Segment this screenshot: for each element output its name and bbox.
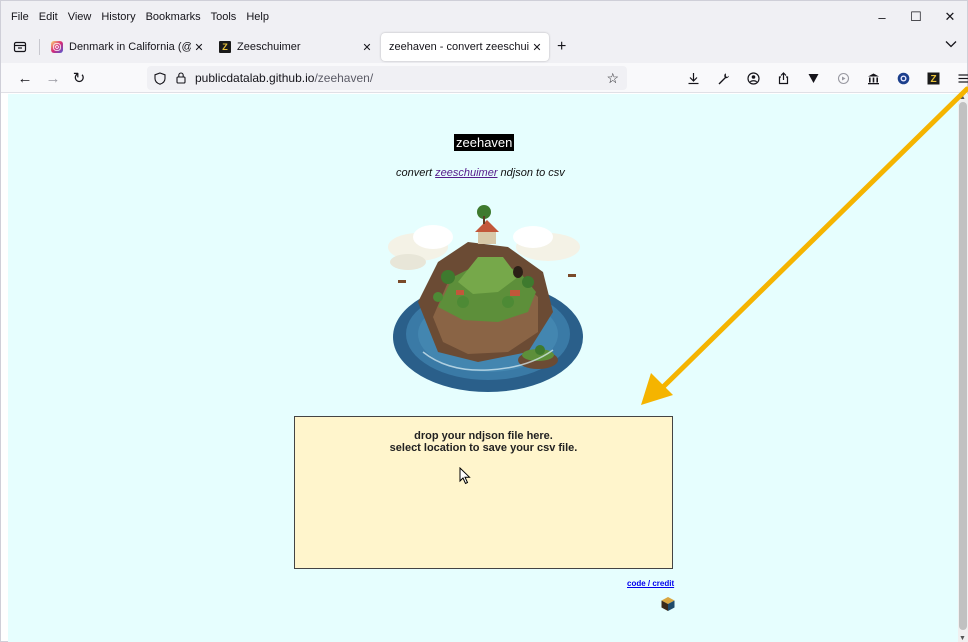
forward-button[interactable]: → [43,68,63,88]
menu-view[interactable]: View [64,11,96,23]
back-button[interactable]: ← [15,68,35,88]
menu-help[interactable]: Help [242,11,273,23]
menu-bar: File Edit View History Bookmarks Tools H… [1,1,967,33]
menu-file[interactable]: File [7,11,33,23]
bookmark-star-icon[interactable]: ☆ [606,70,619,87]
lock-icon[interactable] [175,71,187,85]
island-illustration [388,205,583,392]
window-controls: – ☐ ✕ [865,1,967,33]
extension-icon[interactable] [833,68,853,88]
toolbar-icons: Z [683,68,968,88]
dropzone-instruction-drop: drop your ndjson file here. [414,430,553,442]
tab-close-button[interactable]: ✕ [191,41,207,54]
tab-bar: Denmark in California (@denm ✕ Z Zeeschu… [1,31,967,63]
menu-edit[interactable]: Edit [35,11,62,23]
tracking-protection-icon[interactable] [153,71,167,85]
scroll-down-icon[interactable]: ▼ [959,635,966,642]
tab-title: Denmark in California (@denm [69,41,191,53]
menu-tools[interactable]: Tools [207,11,241,23]
url-host: publicdatalab.github.io [195,71,315,85]
menu-bookmarks[interactable]: Bookmarks [142,11,205,23]
zeeschuimer-icon: Z [219,41,231,53]
mouse-cursor-icon [459,467,471,485]
navigation-bar: ← → ↻ publicdatalab.github.io/zeehaven/ … [1,63,968,93]
reload-button[interactable]: ↻ [69,68,89,88]
maximize-button[interactable]: ☐ [899,1,933,33]
page-scrollbar[interactable]: ▲ ▼ [958,94,968,642]
tab-instagram[interactable]: Denmark in California (@denm ✕ [43,33,211,61]
tab-separator [39,39,40,55]
account-icon[interactable] [743,68,763,88]
tab-close-button[interactable]: ✕ [529,41,545,54]
menu-icon[interactable] [953,68,968,88]
svg-text:Z: Z [930,74,936,85]
subtitle-prefix: convert [396,167,436,179]
url-bar[interactable]: publicdatalab.github.io/zeehaven/ ☆ [147,66,627,90]
minimize-button[interactable]: – [865,1,899,33]
new-tab-button[interactable]: + [557,39,566,55]
tab-list-icon[interactable] [10,37,30,57]
page-subtitle: convert zeeschuimer ndjson to csv [396,167,565,179]
code-credit-link[interactable]: code / credit [627,579,674,588]
tab-zeeschuimer[interactable]: Z Zeeschuimer ✕ [211,33,379,61]
tab-close-button[interactable]: ✕ [359,41,375,54]
wrench-icon[interactable] [713,68,733,88]
tab-zeehaven[interactable]: zeehaven - convert zeeschuimer nd ✕ [381,33,549,61]
tab-title: Zeeschuimer [237,41,301,53]
url-path: /zeehaven/ [314,71,374,85]
scroll-up-icon[interactable]: ▲ [959,94,966,101]
zeeschuimer-ext-icon[interactable]: Z [923,68,943,88]
subtitle-suffix: ndjson to csv [497,167,565,179]
scrollbar-thumb[interactable] [959,102,967,630]
page-content: zeehaven convert zeeschuimer ndjson to c… [8,94,958,642]
library-icon[interactable] [863,68,883,88]
extension-blue-icon[interactable] [893,68,913,88]
close-window-button[interactable]: ✕ [933,1,967,33]
page-title: zeehaven [454,134,515,151]
browser-window: File Edit View History Bookmarks Tools H… [0,0,968,642]
download-icon[interactable] [683,68,703,88]
zeeschuimer-link[interactable]: zeeschuimer [435,167,497,179]
instagram-icon [51,41,63,53]
cube-logo-icon [661,597,675,611]
pocket-icon[interactable] [803,68,823,88]
share-icon[interactable] [773,68,793,88]
tab-title: zeehaven - convert zeeschuimer nd [389,41,529,53]
list-all-tabs-icon[interactable] [945,39,957,51]
dropzone-instruction-save: select location to save your csv file. [389,442,578,454]
menu-history[interactable]: History [97,11,139,23]
drop-zone[interactable]: drop your ndjson file here. select locat… [294,416,673,569]
